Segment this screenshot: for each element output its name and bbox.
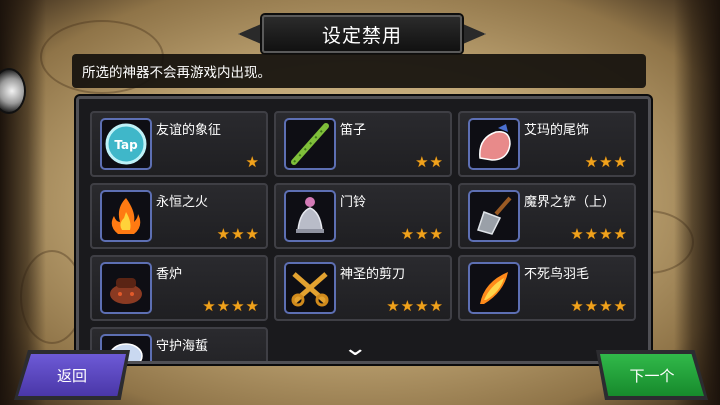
item-name: 守护海蜇 — [156, 339, 209, 354]
star-rating: ★ — [245, 153, 260, 171]
svg-text:Tap: Tap — [114, 138, 138, 152]
item-card[interactable]: 魔界之铲（上） ★★★★ — [458, 183, 636, 249]
item-name: 神圣的剪刀 — [340, 267, 406, 282]
item-card[interactable]: 永恒之火 ★★★ — [90, 183, 268, 249]
item-name: 不死鸟羽毛 — [524, 267, 590, 282]
item-name: 香炉 — [156, 267, 183, 282]
star-rating: ★★★★ — [570, 225, 628, 243]
page-title: 设定禁用 — [262, 15, 462, 53]
item-card[interactable]: 不死鸟羽毛 ★★★★ — [458, 255, 636, 321]
fire-icon — [100, 190, 152, 242]
item-card[interactable]: 艾玛的尾饰 ★★★ — [458, 111, 636, 177]
star-rating: ★★★★ — [570, 297, 628, 315]
star-rating: ★★★★ — [202, 297, 260, 315]
star-rating: ★★★ — [400, 225, 444, 243]
bamboo-flute-icon — [284, 118, 336, 170]
tap-coin-icon: Tap — [100, 118, 152, 170]
item-card[interactable]: 神圣的剪刀 ★★★★ — [274, 255, 452, 321]
star-rating: ★★★ — [584, 153, 628, 171]
item-card[interactable]: Tap 友谊的象征 ★ — [90, 111, 268, 177]
item-name: 笛子 — [340, 123, 367, 138]
bell-icon — [284, 190, 336, 242]
item-card[interactable]: 香炉 ★★★★ — [90, 255, 268, 321]
incense-burner-icon — [100, 262, 152, 314]
back-button[interactable]: 返回 — [18, 354, 126, 396]
item-list-panel[interactable]: Tap 友谊的象征 ★ 笛子 ★★ 艾玛的尾饰 ★★★ 永恒之火 ★★★ 门铃 … — [76, 96, 651, 364]
item-name: 门铃 — [340, 195, 367, 210]
item-card[interactable]: 门铃 ★★★ — [274, 183, 452, 249]
item-name: 永恒之火 — [156, 195, 209, 210]
next-button[interactable]: 下一个 — [600, 354, 704, 396]
item-name: 魔界之铲（上） — [524, 195, 616, 210]
item-card[interactable]: 笛子 ★★ — [274, 111, 452, 177]
star-rating: ★★ — [415, 153, 444, 171]
star-rating: ★★★★ — [386, 297, 444, 315]
description-text: 所选的神器不会再游戏内出现。 — [72, 54, 646, 88]
shovel-icon — [468, 190, 520, 242]
pink-tail-icon — [468, 118, 520, 170]
scroll-down-icon[interactable]: ⌄ — [342, 336, 368, 361]
star-rating: ★★★ — [216, 225, 260, 243]
scissors-icon — [284, 262, 336, 314]
phoenix-feather-icon — [468, 262, 520, 314]
right-vignette — [674, 0, 720, 405]
item-name: 艾玛的尾饰 — [524, 123, 590, 138]
left-vignette — [0, 0, 46, 405]
item-name: 友谊的象征 — [156, 123, 222, 138]
